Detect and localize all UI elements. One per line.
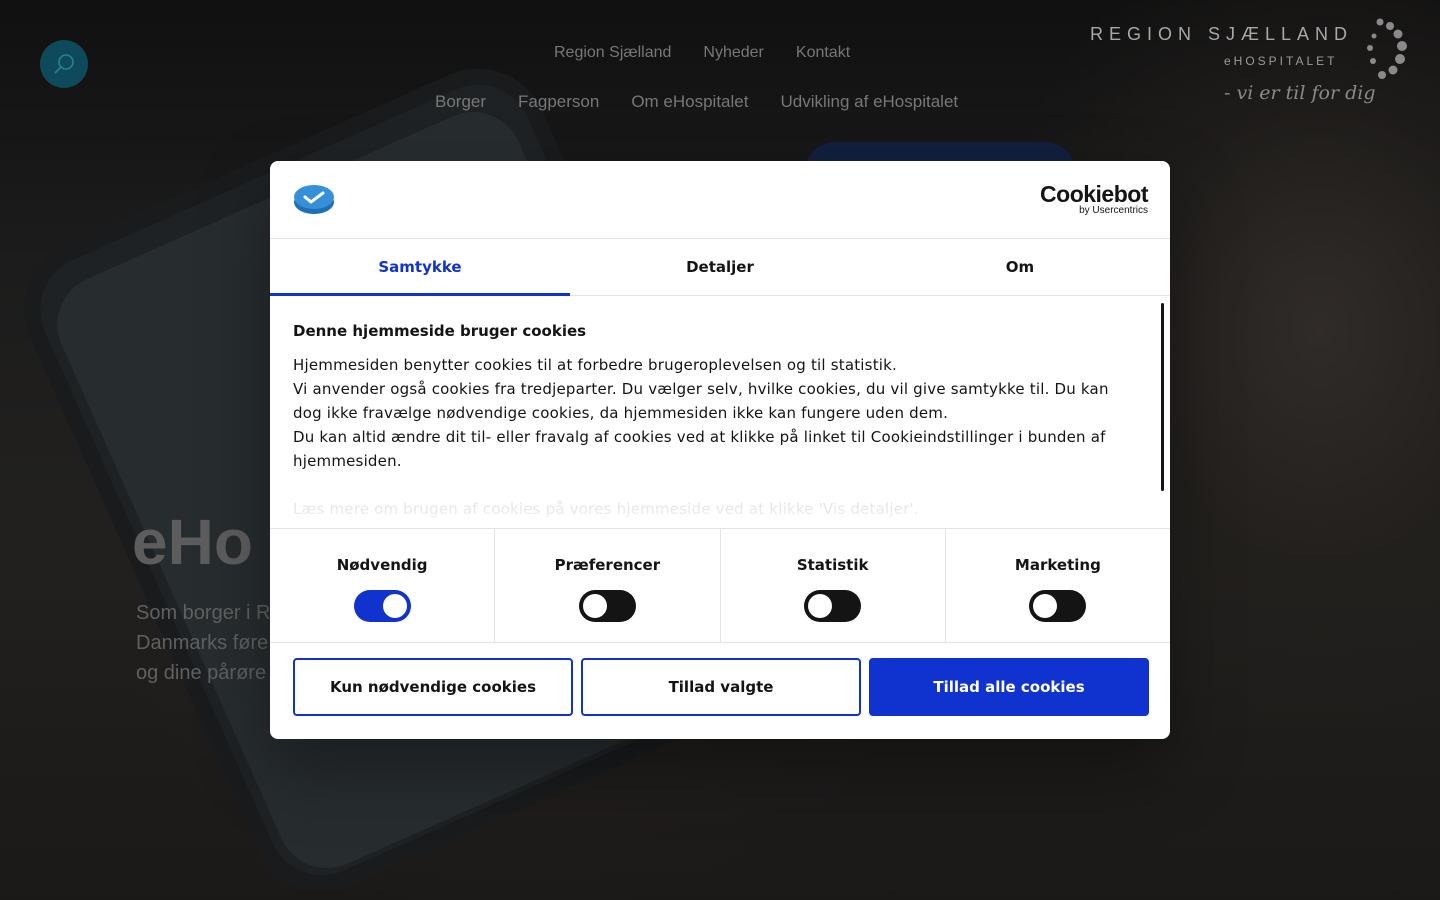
dialog-header: Cookiebot by Usercentrics: [270, 161, 1170, 239]
logo-tagline: - vi er til for dig: [1224, 82, 1376, 104]
dialog-paragraph: Du kan altid ændre dit til- eller fraval…: [293, 428, 1106, 470]
hero-lead: Som borger i R Danmarks føre og dine pår…: [136, 598, 271, 688]
switch-knob: [582, 594, 607, 618]
dialog-more-info: Læs mere om brugen af cookies på vores h…: [293, 500, 919, 518]
marketing-switch[interactable]: [1029, 590, 1087, 622]
nav-link-contact[interactable]: Kontakt: [796, 44, 850, 62]
dialog-paragraph: Hjemmesiden benytter cookies til at forb…: [293, 356, 897, 374]
search-button[interactable]: [40, 40, 88, 88]
hero-lead-line: Danmarks føre: [136, 632, 269, 654]
necessary-only-button[interactable]: Kun nødvendige cookies: [293, 658, 573, 716]
switch-knob: [1033, 594, 1058, 618]
hero-title: eHo: [132, 506, 253, 578]
toggle-label: Marketing: [1014, 556, 1101, 574]
nav-link-professional[interactable]: Fagperson: [518, 92, 599, 112]
nav-link-region[interactable]: Region Sjælland: [554, 44, 671, 62]
toggle-necessary: Nødvendig: [270, 529, 496, 642]
tab-details[interactable]: Detaljer: [570, 239, 870, 295]
toggle-preferences: Præferencer: [495, 529, 721, 642]
logo-title: REGION SJÆLLAND: [1090, 24, 1354, 44]
toggle-statistics: Statistik: [721, 529, 946, 642]
dialog-buttons: Kun nødvendige cookies Tillad valgte Til…: [293, 658, 1149, 716]
tab-consent[interactable]: Samtykke: [270, 239, 570, 296]
dialog-body[interactable]: Denne hjemmeside bruger cookies Hjemmesi…: [270, 297, 1170, 528]
allow-selected-button[interactable]: Tillad valgte: [581, 658, 861, 716]
nav-link-news[interactable]: Nyheder: [703, 44, 763, 62]
switch-knob: [382, 594, 407, 618]
preferences-switch[interactable]: [578, 590, 636, 622]
cookie-consent-dialog: Cookiebot by Usercentrics Samtykke Detal…: [270, 161, 1170, 739]
top-navigation: Region Sjælland Nyheder Kontakt: [554, 44, 850, 62]
hero-lead-line: og dine pårøre: [136, 662, 267, 684]
switch-knob: [808, 594, 833, 618]
nav-link-about[interactable]: Om eHospitalet: [631, 92, 748, 112]
site-logo[interactable]: REGION SJÆLLAND eHOSPITALET - vi er til …: [1090, 18, 1420, 118]
toggle-marketing: Marketing: [946, 529, 1170, 642]
toggle-label: Statistik: [796, 556, 869, 574]
cookiebot-logo[interactable]: Cookiebot by Usercentrics: [1040, 183, 1148, 217]
hero-lead-line: Som borger i R: [136, 602, 271, 624]
cookiebot-name: Cookiebot: [1040, 181, 1148, 207]
dialog-heading: Denne hjemmeside bruger cookies: [293, 322, 587, 340]
toggle-label: Nødvendig: [336, 556, 428, 574]
nav-link-development[interactable]: Udvikling af eHospitalet: [780, 92, 958, 112]
necessary-switch[interactable]: [353, 590, 411, 622]
dialog-tabs: Samtykke Detaljer Om: [270, 239, 1170, 296]
logo-subtitle: eHOSPITALET: [1224, 54, 1338, 68]
toggle-label: Præferencer: [554, 556, 661, 574]
logo-dots-icon: [1367, 18, 1407, 79]
tab-about[interactable]: Om: [870, 239, 1170, 295]
search-icon: [54, 54, 74, 74]
consent-toggles: Nødvendig Præferencer Statistik Marketin…: [270, 528, 1170, 643]
dialog-paragraph: Vi anvender også cookies fra tredjeparte…: [293, 380, 1109, 422]
main-navigation: Borger Fagperson Om eHospitalet Udviklin…: [435, 92, 958, 112]
body-scrollbar[interactable]: [1161, 303, 1164, 491]
nav-link-citizen[interactable]: Borger: [435, 92, 486, 112]
cookie-brand-icon: [294, 185, 334, 214]
allow-all-button[interactable]: Tillad alle cookies: [869, 658, 1149, 716]
statistics-switch[interactable]: [804, 590, 862, 622]
